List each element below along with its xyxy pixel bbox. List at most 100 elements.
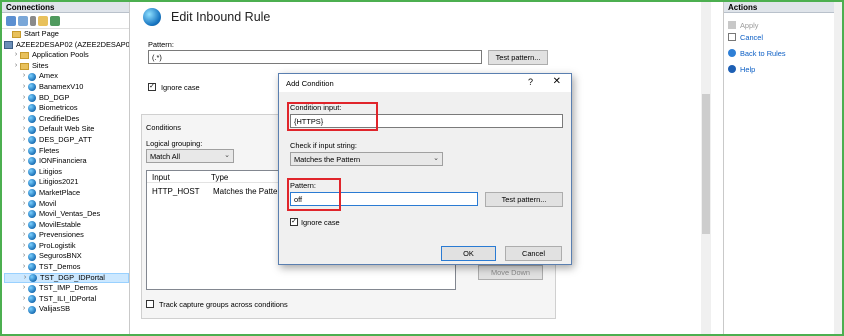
expand-chevron-icon[interactable]: › [20,167,28,178]
page-title: Edit Inbound Rule [171,10,271,24]
help-action[interactable]: Help [724,63,834,75]
tree-item-label: ProLogistik [39,240,76,250]
tree-item-label: Start Page [24,29,59,38]
tree-item[interactable]: › DES_DGP_ATT [4,135,129,146]
tree-item[interactable]: AZEE2DESAP02 (AZEE2DESAP02\Test [4,40,129,51]
tree-item[interactable]: › ProLogistik [4,241,129,252]
save-icon[interactable] [18,15,28,26]
tree-item[interactable]: › BD_DGP [4,93,129,104]
move-down-button[interactable]: Move Down [478,265,543,280]
tree-item-label: DES_DGP_ATT [39,134,92,144]
help-icon[interactable]: ? [528,77,533,87]
logical-grouping-select[interactable]: Match All ⌄ [146,149,234,163]
tree-item[interactable]: › Movil_Ventas_Des [4,209,129,220]
ignore-case-label: Ignore case [161,83,200,92]
tree-item[interactable]: › BanamexV10 [4,82,129,93]
actions-scrollbar[interactable] [834,2,842,334]
add-condition-dialog: Add Condition ? ✕ Condition input: {HTTP… [278,73,572,265]
close-icon[interactable]: ✕ [553,76,561,87]
globe-icon [28,125,36,134]
tree-item[interactable]: › TST_DGP_IDPortal [4,272,129,284]
tree-item[interactable]: › Movil [4,199,129,210]
expand-chevron-icon[interactable]: › [20,188,28,199]
tree-item[interactable]: Start Page [4,29,129,40]
expand-chevron-icon[interactable]: › [20,283,28,294]
tree-item[interactable]: › MarketPlace [4,188,129,199]
tree-item[interactable]: › SegurosBNX [4,251,129,262]
expand-chevron-icon[interactable]: › [20,114,28,125]
expand-chevron-icon[interactable]: › [20,209,28,220]
ignore-case-checkbox[interactable]: ✓ [148,83,156,91]
expand-chevron-icon[interactable]: › [20,304,28,315]
tree-item-label: MovilEstable [39,219,81,229]
expand-chevron-icon[interactable]: › [20,199,28,210]
expand-chevron-icon[interactable]: › [20,103,28,114]
globe-icon [28,231,36,240]
column-header-input[interactable]: Input [152,173,170,182]
disconnect-icon[interactable] [50,15,60,26]
connect-icon[interactable] [6,15,16,26]
check-input-select[interactable]: Matches the Pattern ⌄ [290,152,443,166]
tree-item-label: TST_DGP_IDPortal [40,272,105,282]
tree-item[interactable]: › Biometricos [4,103,129,114]
cancel-icon [728,33,736,41]
up-icon[interactable] [30,15,36,26]
expand-chevron-icon[interactable]: › [20,71,28,82]
tree-item[interactable]: › Litigios [4,167,129,178]
tree-item[interactable]: › CredifielDes [4,114,129,125]
tree-item[interactable]: › Application Pools [4,50,129,61]
apply-action[interactable]: Apply [724,19,834,31]
cancel-action[interactable]: Cancel [724,31,834,43]
expand-chevron-icon[interactable]: › [20,135,28,146]
expand-chevron-icon[interactable]: › [20,177,28,188]
main-scrollbar[interactable] [701,2,711,334]
pattern-input[interactable]: (.*) [148,50,482,64]
cancel-button[interactable]: Cancel [505,246,562,261]
expand-chevron-icon[interactable]: › [20,241,28,252]
expand-chevron-icon[interactable]: › [20,220,28,231]
tree-item[interactable]: › TST_Demos [4,262,129,273]
track-capture-checkbox[interactable] [146,300,154,308]
column-header-type[interactable]: Type [211,173,228,182]
expand-chevron-icon[interactable]: › [20,146,28,157]
folder-up-icon[interactable] [38,15,48,26]
globe-icon [28,93,36,102]
expand-chevron-icon[interactable]: › [20,156,28,167]
back-to-rules-label: Back to Rules [740,48,786,58]
test-pattern-button[interactable]: Test pattern... [488,50,548,65]
tree-item[interactable]: › IONFinanciera [4,156,129,167]
tree-item[interactable]: › Prevensiones [4,230,129,241]
expand-chevron-icon[interactable]: › [12,61,20,72]
tree-item[interactable]: › Litigios2021 [4,177,129,188]
globe-icon [28,168,36,177]
globe-icon [28,104,36,113]
test-pattern-button[interactable]: Test pattern... [485,192,563,207]
pattern-label: Pattern: [148,40,174,49]
expand-chevron-icon[interactable]: › [20,93,28,104]
ignore-case-checkbox[interactable]: ✓ [290,218,298,226]
globe-icon [28,83,36,92]
dialog-titlebar: Add Condition ? ✕ [279,74,571,92]
expand-chevron-icon[interactable]: › [20,251,28,262]
tree-item[interactable]: › TST_ILI_IDPortal [4,294,129,305]
tree-item[interactable]: › Default Web Site [4,124,129,135]
tree-item[interactable]: › Sites [4,61,129,72]
tree-item-label: TST_IMP_Demos [39,283,98,293]
back-to-rules-action[interactable]: Back to Rules [724,47,834,59]
tree-item-label: Litigios2021 [39,177,79,187]
expand-chevron-icon[interactable]: › [20,230,28,241]
expand-chevron-icon[interactable]: › [21,273,29,284]
ok-button[interactable]: OK [441,246,496,261]
scrollbar-thumb[interactable] [702,94,710,234]
tree-item[interactable]: › Fletes [4,146,129,157]
expand-chevron-icon[interactable]: › [12,50,20,61]
tree-item[interactable]: › MovilEstable [4,220,129,231]
expand-chevron-icon[interactable]: › [20,82,28,93]
expand-chevron-icon[interactable]: › [20,294,28,305]
tree-item[interactable]: › TST_IMP_Demos [4,283,129,294]
expand-chevron-icon[interactable]: › [20,262,28,273]
expand-chevron-icon[interactable]: › [20,124,28,135]
tree-item-label: Litigios [39,166,63,176]
tree-item[interactable]: › ValijasSB [4,304,129,315]
tree-item[interactable]: › Amex [4,71,129,82]
